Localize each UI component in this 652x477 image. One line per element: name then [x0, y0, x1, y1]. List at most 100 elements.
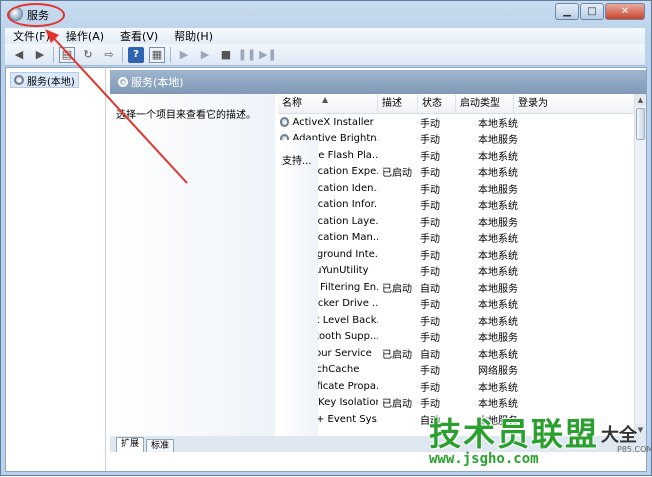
service-logon-as: 本地系统 [478, 349, 518, 361]
watermark-url: www.jsgho.com [429, 451, 539, 467]
console-tree: 服务(本地) [6, 68, 106, 471]
service-startup-type: 手动 [420, 135, 440, 147]
service-startup-type: 手动 [420, 168, 440, 180]
menu-file[interactable]: 文件(F) [5, 28, 58, 44]
service-logon-as: 网络服务 [478, 366, 518, 378]
service-logon-as: 本地系统 [478, 151, 518, 163]
gear-icon [14, 75, 24, 85]
panel-header: 服务(本地) [110, 70, 646, 94]
service-startup-type: 手动 [420, 217, 440, 229]
start-service-icon[interactable]: ▶ [176, 47, 192, 63]
table-row[interactable]: Adaptive Brightn...监视...手动本地服务 [278, 131, 634, 436]
service-logon-as: 本地系统 [478, 118, 518, 130]
table-row[interactable]: Application Laye...为 In...手动本地服务 [278, 140, 634, 436]
menu-view[interactable]: 查看(V) [112, 28, 166, 44]
service-startup-type: 自动 [420, 283, 440, 295]
restart-service-icon[interactable]: ▶❚ [259, 47, 277, 63]
forward-arrow-icon[interactable]: ▶ [32, 47, 48, 63]
services-table: ▲ 名称 描述 状态 启动类型 登录为 ActiveX Installer ..… [278, 94, 646, 436]
gear-icon [118, 77, 128, 87]
table-row[interactable]: BranchCache此服...手动网络服务 [278, 140, 634, 436]
watermark-brand: 技术员联盟 [429, 415, 600, 453]
console-tree-icon[interactable]: ▤ [59, 46, 75, 63]
services-window: 服务 ▁ □ ✕ 文件(F) 操作(A) 查看(V) 帮助(H) ◀ ▶ ▤ ↻… [0, 0, 652, 476]
service-startup-type: 手动 [420, 250, 440, 262]
service-logon-as: 本地系统 [478, 316, 518, 328]
scroll-thumb[interactable] [636, 108, 645, 140]
service-startup-type: 手动 [420, 333, 440, 345]
scroll-up-icon[interactable]: ▲ [635, 94, 646, 106]
service-status: 已启动 [382, 349, 412, 361]
panel-title: 服务(本地) [131, 76, 184, 89]
service-logon-as: 本地服务 [478, 333, 518, 345]
table-row[interactable]: Application Iden...确定...手动本地服务 [278, 140, 634, 436]
export-list-icon[interactable]: ⇨ [101, 47, 117, 63]
watermark-small: P85.COM [617, 445, 652, 454]
title-bar[interactable]: 服务 ▁ □ ✕ [1, 1, 651, 27]
column-header-status[interactable]: 状态 [418, 94, 456, 113]
maximize-button[interactable]: □ [580, 3, 604, 20]
service-logon-as: 本地系统 [478, 300, 518, 312]
table-row[interactable]: Base Filtering En...基本...已启动自动本地服务 [278, 140, 634, 436]
service-logon-as: 本地系统 [478, 250, 518, 262]
table-row[interactable]: Application Infor...使用...手动本地系统 [278, 140, 634, 436]
service-startup-type: 手动 [420, 382, 440, 394]
tab-extended[interactable]: 扩展 [116, 437, 145, 452]
red-highlight-circle [7, 3, 65, 27]
service-startup-type: 手动 [420, 118, 440, 130]
menu-action[interactable]: 操作(A) [58, 28, 112, 44]
menu-bar: 文件(F) 操作(A) 查看(V) 帮助(H) [5, 28, 645, 44]
table-row[interactable]: Application Man...为通...手动本地系统 [278, 140, 634, 436]
sort-ascending-icon: ▲ [322, 95, 329, 104]
table-body: ActiveX Installer ...为从 ...手动本地系统Adaptiv… [278, 114, 634, 436]
service-logon-as: 本地系统 [478, 267, 518, 279]
pause-service-icon[interactable]: ❚❚ [238, 47, 256, 63]
stop-service-icon[interactable]: ■ [218, 47, 234, 63]
table-row[interactable]: Bonjour Service 已启动 自动 本地系统 [278, 140, 634, 436]
service-startup-type: 手动 [420, 267, 440, 279]
table-row[interactable]: Certificate Propa...将用...手动本地系统 [278, 140, 634, 436]
tree-item-label: 服务(本地) [27, 76, 75, 88]
table-row[interactable]: Block Level Back...Win...手动本地系统 [278, 140, 634, 436]
service-status: 已启动 [382, 283, 412, 295]
description-pane: 选择一个项目来查看它的描述。 [110, 94, 275, 436]
table-row[interactable]: BitLocker Drive ...BDE...手动本地系统 [278, 140, 634, 436]
table-row[interactable]: Application Expe...在应...已启动手动本地系统 [278, 140, 634, 436]
column-header-startup-type[interactable]: 启动类型 [456, 94, 514, 113]
service-logon-as: 本地服务 [478, 283, 518, 295]
service-logon-as: 本地系统 [478, 382, 518, 394]
service-startup-type: 手动 [420, 234, 440, 246]
start-service-alt-icon[interactable]: ▶ [197, 47, 213, 63]
service-startup-type: 自动 [420, 349, 440, 361]
service-startup-type: 手动 [420, 316, 440, 328]
tab-standard[interactable]: 标准 [146, 439, 175, 452]
toolbar-separator [170, 46, 171, 63]
column-header-name[interactable]: ▲ 名称 [278, 94, 378, 113]
properties-icon[interactable]: ▦ [149, 46, 165, 63]
service-description: 支持... [278, 140, 318, 436]
toolbar: ◀ ▶ ▤ ↻ ⇨ ? ▦ ▶ ▶ ■ ❚❚ ▶❚ [5, 44, 645, 66]
table-row[interactable]: ActiveX Installer ...为从 ...手动本地系统 [278, 114, 634, 436]
close-button[interactable]: ✕ [605, 3, 645, 20]
menu-help[interactable]: 帮助(H) [166, 28, 221, 44]
back-arrow-icon[interactable]: ◀ [11, 47, 27, 63]
column-header-logon-as[interactable]: 登录为 [514, 94, 634, 113]
table-header: ▲ 名称 描述 状态 启动类型 登录为 [278, 94, 634, 114]
site-watermark: 技术员联盟 大全 www.jsgho.com P85.COM [421, 401, 652, 473]
table-row[interactable]: BaiduYunUtility 手动 本地系统 [278, 140, 634, 436]
table-row[interactable]: Bluetooth Supp...Blue...手动本地服务 [278, 140, 634, 436]
vertical-scrollbar[interactable]: ▲ ▼ [634, 94, 646, 436]
help-icon[interactable]: ? [128, 46, 144, 63]
column-header-description[interactable]: 描述 [378, 94, 418, 113]
service-status: 已启动 [382, 399, 412, 411]
table-row[interactable]: Adobe Flash Pla...此服...手动本地系统 [278, 140, 634, 436]
watermark-suffix: 大全 [601, 425, 637, 446]
minimize-button[interactable]: ▁ [555, 3, 579, 20]
table-row[interactable]: Background Inte...使用...手动本地系统 [278, 140, 634, 436]
refresh-icon[interactable]: ↻ [80, 47, 96, 63]
tree-item-services-local[interactable]: 服务(本地) [10, 72, 79, 88]
service-logon-as: 本地系统 [478, 168, 518, 180]
service-gear-icon [280, 117, 290, 128]
service-logon-as: 本地系统 [478, 234, 518, 246]
service-status: 已启动 [382, 168, 412, 180]
